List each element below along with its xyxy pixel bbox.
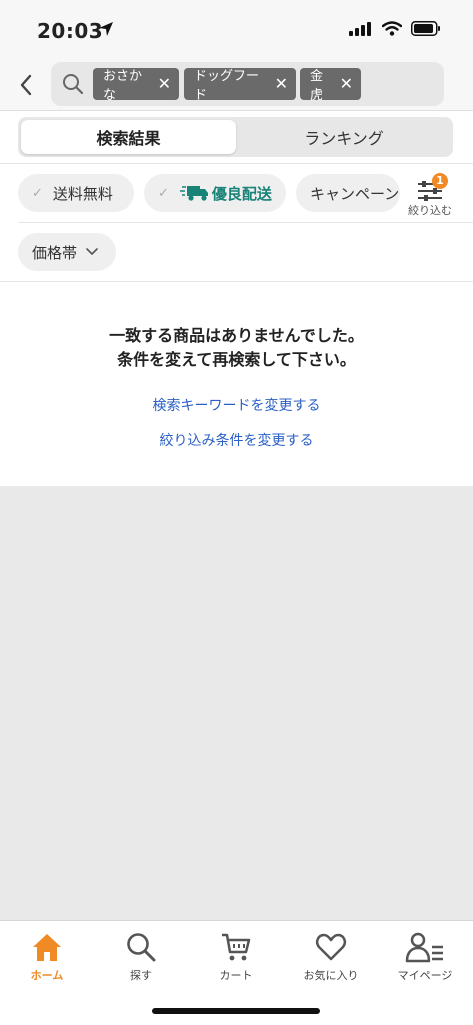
location-arrow-icon (99, 22, 113, 36)
filter-label: 優良配送 (211, 184, 272, 203)
tabbar-label: ホーム (30, 969, 64, 982)
filter-campaign[interactable]: キャンペーン (296, 174, 400, 212)
tabbar-cart[interactable]: カート (196, 929, 276, 985)
no-result-hint: 条件を変えて再検索して下さい。 (117, 350, 356, 369)
filter-bar: ✓ 送料無料 ✓ 優良配送 キャンペーン 1 絞り込む 価格帯 (0, 164, 473, 282)
search-header: おさかな ✕ ドッグフード ✕ 金虎 ✕ (0, 60, 473, 110)
heart-icon (315, 933, 347, 961)
filter-fast-delivery[interactable]: ✓ 優良配送 (144, 174, 286, 212)
change-keyword-link[interactable]: 検索キーワードを変更する (0, 395, 473, 415)
tab-search-results[interactable]: 検索結果 (21, 120, 236, 154)
check-icon: ✓ (158, 185, 169, 201)
keyword-chip-label: ドッグフード (194, 69, 260, 103)
battery-icon (411, 21, 440, 36)
no-result-message: 一致する商品はありませんでした。 (109, 326, 364, 345)
tabbar-label: 探す (130, 969, 152, 982)
tabbar-mypage[interactable]: マイページ (385, 929, 465, 985)
filter-free-shipping[interactable]: ✓ 送料無料 (18, 174, 134, 212)
tabbar-favorites[interactable]: お気に入り (291, 929, 371, 985)
back-button[interactable] (14, 70, 40, 100)
tabbar-home[interactable]: ホーム (7, 929, 87, 985)
tabbar-search[interactable]: 探す (101, 929, 181, 985)
search-input[interactable]: おさかな ✕ ドッグフード ✕ 金虎 ✕ (51, 62, 444, 106)
status-time: 20:03 (37, 19, 104, 43)
truck-icon (179, 186, 208, 201)
keyword-chip[interactable]: おさかな ✕ (93, 68, 179, 103)
tab-ranking[interactable]: ランキング (238, 120, 450, 154)
check-icon: ✓ (32, 185, 43, 201)
signal-icon (349, 21, 371, 36)
chevron-down-icon (86, 248, 98, 256)
narrow-down-button[interactable]: 1 絞り込む (404, 170, 464, 222)
keyword-chip[interactable]: 金虎 ✕ (300, 68, 361, 103)
status-icons (349, 21, 441, 36)
filter-label: キャンペーン (310, 184, 400, 203)
filter-label: 価格帯 (32, 243, 78, 262)
remove-chip-icon[interactable]: ✕ (158, 76, 171, 92)
tabbar-label: カート (219, 969, 253, 982)
user-icon (405, 932, 443, 963)
keyword-chip-label: 金虎 (310, 69, 324, 103)
keyword-chip-label: おさかな (103, 69, 143, 103)
filter-price-range[interactable]: 価格帯 (18, 233, 116, 271)
remove-chip-icon[interactable]: ✕ (340, 76, 353, 92)
no-result-panel: 一致する商品はありませんでした。 条件を変えて再検索して下さい。 検索キーワード… (0, 282, 473, 486)
change-filter-link[interactable]: 絞り込み条件を変更する (0, 430, 473, 450)
keyword-chip[interactable]: ドッグフード ✕ (184, 68, 296, 103)
status-bar: 20:03 (0, 0, 473, 60)
segmented-control: 検索結果 ランキング (18, 117, 453, 157)
divider (18, 222, 473, 223)
tabbar-label: お気に入り (303, 969, 359, 982)
search-icon (127, 933, 156, 962)
filter-count-badge: 1 (432, 173, 448, 189)
search-icon (63, 74, 84, 95)
bottom-tab-bar: ホーム 探す カート お気に入り マイページ (0, 920, 473, 1025)
filter-label: 送料無料 (52, 184, 113, 203)
cart-icon (222, 933, 251, 961)
tabbar-label: マイページ (397, 969, 453, 982)
narrow-down-label: 絞り込む (408, 204, 452, 217)
home-icon (33, 934, 61, 961)
remove-chip-icon[interactable]: ✕ (275, 76, 288, 92)
tabs-bar: 検索結果 ランキング (0, 110, 473, 164)
wifi-icon (382, 21, 402, 36)
home-indicator[interactable] (152, 1008, 320, 1014)
